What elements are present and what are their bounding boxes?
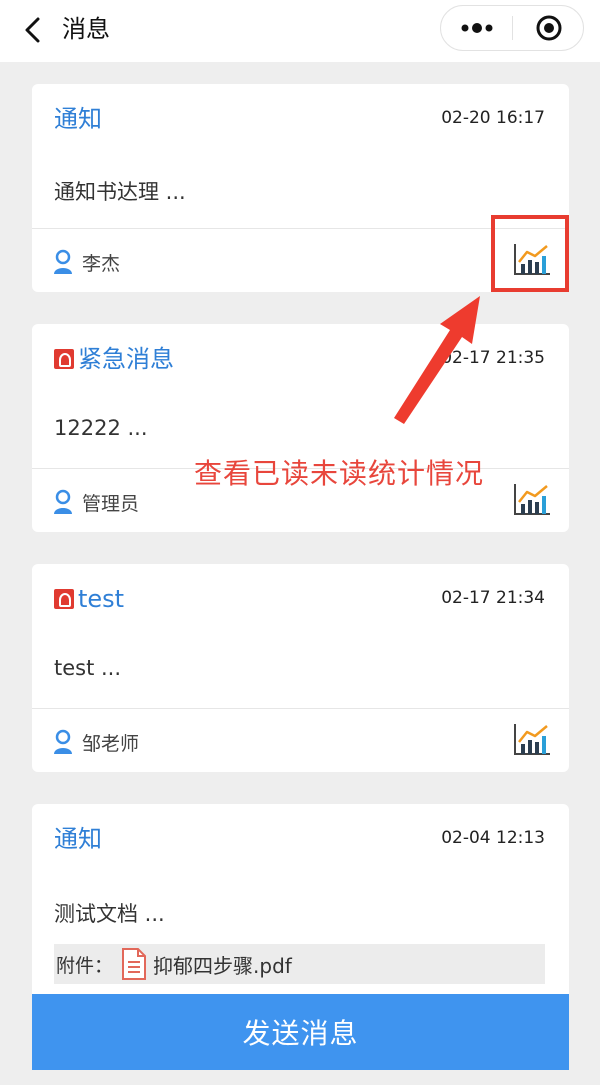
sender-name: 管理员 xyxy=(82,492,140,515)
card-divider xyxy=(32,708,569,709)
message-tag: test xyxy=(78,585,125,613)
sender-name: 邹老师 xyxy=(82,732,140,755)
nav-bar: 消息 xyxy=(0,0,600,62)
sender-name: 李杰 xyxy=(82,252,121,275)
user-icon xyxy=(54,729,72,754)
message-header: 紧急消息 xyxy=(54,342,174,376)
pdf-file-icon xyxy=(122,948,147,980)
send-message-label: 发送消息 xyxy=(242,1017,359,1050)
attachment-label: 附件： xyxy=(56,954,114,977)
urgent-badge-icon xyxy=(54,349,74,369)
message-sender: 管理员 xyxy=(52,488,139,516)
message-card[interactable]: test 02-17 21:34 test ... 邹老师 xyxy=(32,564,569,772)
message-tag: 紧急消息 xyxy=(78,345,174,373)
message-time: 02-04 12:13 xyxy=(441,828,545,848)
message-time: 02-20 16:17 xyxy=(441,108,545,128)
read-stats-chart-icon[interactable] xyxy=(513,722,551,756)
message-summary: 通知书达理 ... xyxy=(54,180,186,204)
send-message-button[interactable]: 发送消息 xyxy=(32,994,569,1070)
annotation-caption: 查看已读未读统计情况 xyxy=(194,457,485,490)
user-icon xyxy=(54,249,72,274)
mini-program-capsule xyxy=(440,5,584,51)
message-summary: 12222 ... xyxy=(54,416,148,440)
more-dots-icon[interactable] xyxy=(441,6,512,50)
user-icon xyxy=(54,489,72,514)
message-header: test xyxy=(54,582,124,616)
attachment-filename[interactable]: 抑郁四步骤.pdf xyxy=(153,950,292,979)
message-header: 通知 xyxy=(54,102,102,136)
message-summary: test ... xyxy=(54,656,122,680)
message-tag: 通知 xyxy=(54,105,102,133)
message-card[interactable]: 通知 02-20 16:17 通知书达理 ... 李杰 xyxy=(32,84,569,292)
annotation-arrow-icon xyxy=(394,296,480,424)
read-stats-chart-icon[interactable] xyxy=(513,482,551,516)
page-title: 消息 xyxy=(62,15,110,43)
attachment-row[interactable]: 附件： 抑郁四步骤.pdf xyxy=(54,944,545,984)
back-arrow-icon[interactable] xyxy=(20,16,46,44)
urgent-badge-icon xyxy=(54,589,74,609)
message-summary: 测试文档 ... xyxy=(54,902,165,926)
message-tag: 通知 xyxy=(54,825,102,853)
close-circle-icon[interactable] xyxy=(513,6,584,50)
message-sender: 李杰 xyxy=(52,248,120,276)
message-header: 通知 xyxy=(54,822,102,856)
annotation-highlight-box xyxy=(491,215,569,292)
message-sender: 邹老师 xyxy=(52,728,139,756)
message-time: 02-17 21:34 xyxy=(441,588,545,608)
card-divider xyxy=(32,228,569,229)
